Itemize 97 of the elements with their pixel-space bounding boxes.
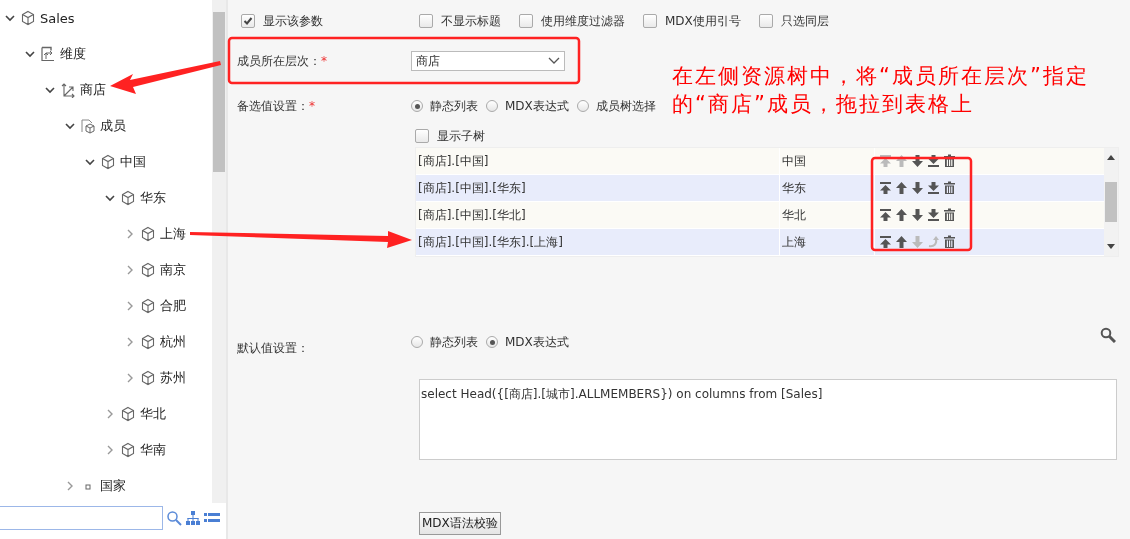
tree-item[interactable]: 维度: [20, 36, 212, 72]
cube-icon: [140, 262, 156, 278]
field-label: 成员所在层次：: [237, 53, 321, 68]
cube-icon: [140, 334, 156, 350]
cube-icon: [20, 10, 36, 26]
required-mark: *: [309, 98, 315, 113]
arrow-down-icon[interactable]: [911, 208, 924, 222]
cube-icon: [120, 442, 136, 458]
move-to-bottom-icon[interactable]: [927, 181, 940, 195]
tree-item[interactable]: 华北: [100, 396, 212, 432]
search-icon[interactable]: [1100, 327, 1116, 343]
arrow-up-icon[interactable]: [895, 181, 908, 195]
tree-structure-icon[interactable]: [185, 510, 201, 526]
radio-label[interactable]: 成员树选择: [595, 97, 656, 115]
move-to-top-icon[interactable]: [879, 181, 892, 195]
arrow-down-icon[interactable]: [911, 154, 924, 168]
chevron-down-icon[interactable]: [24, 48, 36, 60]
trash-icon[interactable]: [943, 208, 956, 222]
expression-field[interactable]: select Head({[商店].[城市].ALLMEMBERS}) on columns from [Sales]: [419, 379, 1117, 460]
chevron-down-icon[interactable]: [64, 120, 76, 132]
checkbox[interactable]: [241, 14, 255, 28]
arrow-up-icon[interactable]: [895, 208, 908, 222]
dropdown[interactable]: 商店: [411, 51, 565, 71]
radio-label[interactable]: 静态列表: [430, 333, 478, 351]
required-mark: *: [321, 53, 327, 68]
scroll-down-icon[interactable]: [1107, 244, 1115, 250]
checkbox-label[interactable]: 使用维度过滤器: [541, 12, 625, 30]
field-label: 默认值设置：: [237, 340, 309, 355]
cube-icon: [140, 226, 156, 242]
tree-item[interactable]: 上海: [120, 216, 212, 252]
tree-item[interactable]: 成员: [60, 108, 212, 144]
move-to-bottom-icon[interactable]: [927, 154, 940, 168]
cube-icon: [140, 298, 156, 314]
tree-item[interactable]: 南京: [120, 252, 212, 288]
tree-item[interactable]: 苏州: [120, 360, 212, 396]
checkbox-label[interactable]: 只选同层: [780, 12, 829, 30]
radio-label[interactable]: MDX表达式: [505, 97, 569, 115]
radio-button[interactable]: [576, 100, 589, 112]
tree-item[interactable]: 合肥: [120, 288, 212, 324]
tree-item[interactable]: 华东: [100, 180, 212, 216]
checkbox[interactable]: [758, 14, 773, 28]
radio-label[interactable]: MDX表达式: [505, 333, 569, 351]
move-to-top-icon[interactable]: [879, 235, 892, 249]
tree-item[interactable]: 中国: [80, 144, 212, 180]
checkbox[interactable]: [519, 14, 533, 28]
tree-item[interactable]: Sales: [0, 0, 212, 36]
checkbox-label[interactable]: 不显示标题: [441, 12, 501, 30]
validate-button[interactable]: MDX语法校验: [419, 512, 501, 535]
trash-icon[interactable]: [943, 181, 956, 195]
table-cell: 华东: [780, 175, 875, 201]
hierarchy-icon: [60, 82, 76, 98]
checkbox[interactable]: [415, 129, 429, 143]
members-icon: [80, 118, 96, 134]
radio-button[interactable]: [411, 336, 423, 348]
move-to-top-icon[interactable]: [879, 208, 892, 222]
chevron-down-icon[interactable]: [4, 12, 16, 24]
tree-item[interactable]: 商店: [40, 72, 212, 108]
table-cell: 中国: [780, 148, 875, 174]
table-cell: [商店].[中国].[华东]: [416, 175, 780, 201]
checkbox-label[interactable]: 显示子树: [437, 127, 485, 145]
search-field[interactable]: [0, 506, 163, 530]
table-cell: 上海: [780, 229, 875, 255]
table-cell: [商店].[中国].[华北]: [416, 202, 780, 228]
tree-item[interactable]: 杭州: [120, 324, 212, 360]
chevron-down-icon: [548, 57, 560, 65]
cube-icon: [120, 190, 136, 206]
move-to-bottom-icon[interactable]: [927, 208, 940, 222]
checkbox-label[interactable]: 显示该参数: [263, 12, 323, 30]
radio-button[interactable]: [486, 336, 498, 348]
dimension-icon: [40, 46, 56, 62]
trash-icon[interactable]: [943, 235, 956, 249]
cube-icon: [140, 370, 156, 386]
scrollbar[interactable]: [1104, 148, 1118, 256]
search-icon[interactable]: [166, 510, 182, 526]
cube-icon: [120, 406, 136, 422]
radio-button[interactable]: [411, 100, 423, 112]
arrow-up-icon[interactable]: [895, 235, 908, 249]
table-cell: 华北: [780, 202, 875, 228]
table-cell: [商店].[中国].[华东].[上海]: [416, 229, 780, 255]
scrollbar[interactable]: [212, 0, 226, 503]
tree-item[interactable]: 华南: [100, 432, 212, 468]
trash-icon[interactable]: [943, 154, 956, 168]
scroll-up-icon[interactable]: [1107, 154, 1115, 160]
chevron-down-icon[interactable]: [104, 192, 116, 204]
checkbox[interactable]: [643, 14, 657, 28]
radio-label[interactable]: 静态列表: [430, 97, 478, 115]
chevron-down-icon[interactable]: [84, 156, 96, 168]
checkbox-label[interactable]: MDX使用引号: [665, 12, 741, 30]
checkbox[interactable]: [419, 14, 433, 28]
radio-button[interactable]: [486, 100, 498, 112]
annotation-note: 在左侧资源树中，将“成员所在层次”指定的“商店”成员，拖拉到表格上: [672, 63, 1090, 118]
tree-item[interactable]: 国家: [60, 468, 212, 503]
field-label: 备选值设置：: [237, 98, 309, 113]
cube-icon: [100, 154, 116, 170]
table-cell: [商店].[中国]: [416, 148, 780, 174]
chevron-down-icon[interactable]: [44, 84, 56, 96]
arrow-down-icon[interactable]: [911, 181, 924, 195]
